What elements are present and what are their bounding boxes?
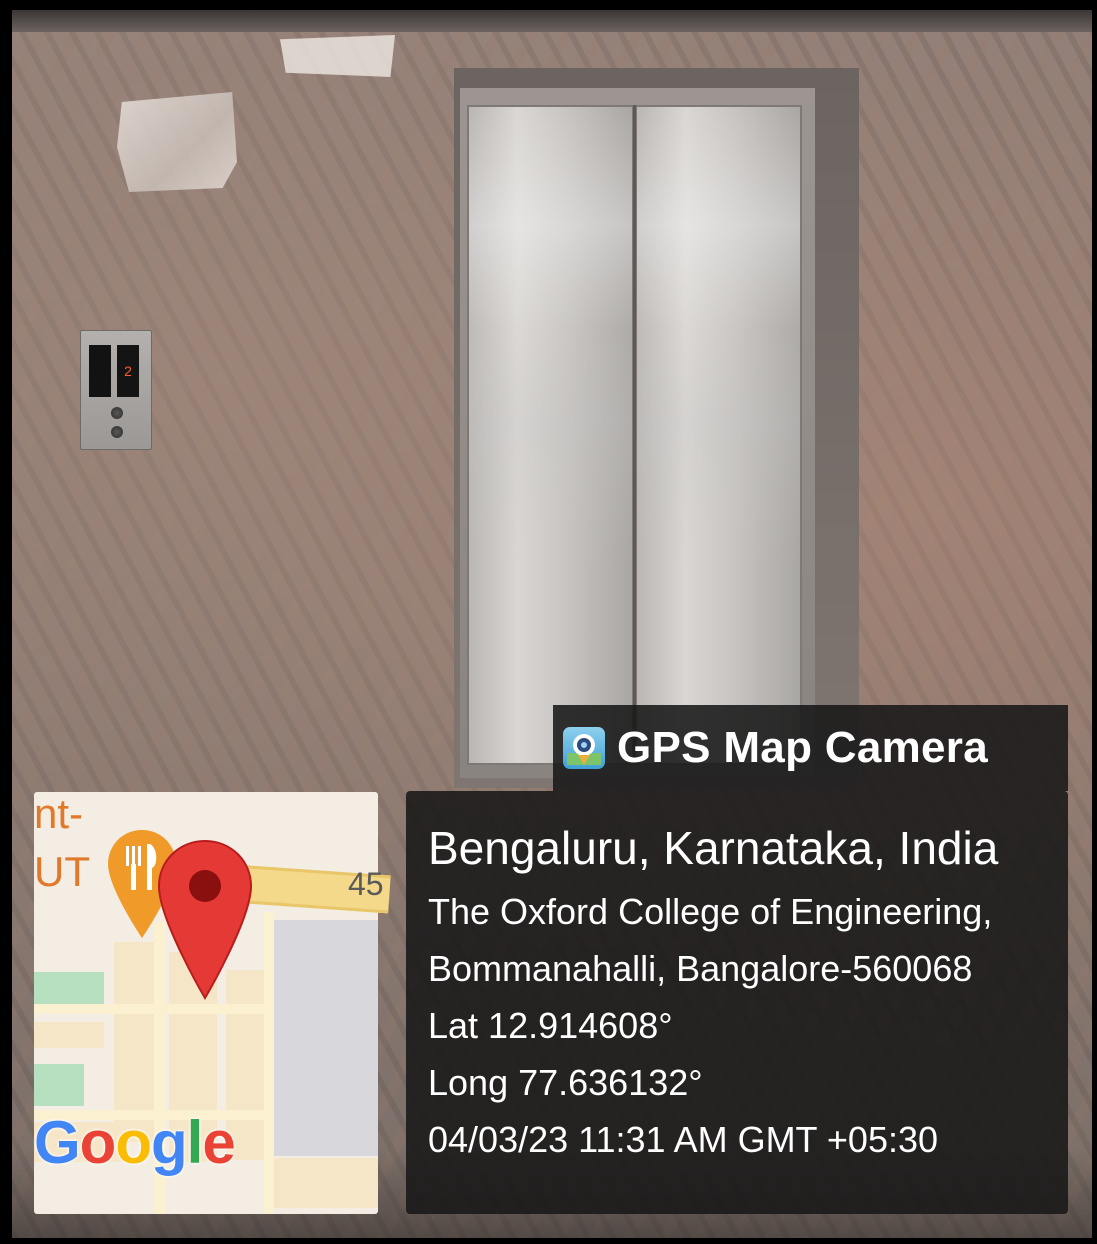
timestamp: 04/03/23 11:31 AM GMT +05:30 [428, 1119, 939, 1160]
google-letter: o [79, 1109, 117, 1176]
map-park [34, 1064, 84, 1106]
map-building-block [274, 920, 378, 1156]
ceiling-band [12, 10, 1092, 32]
map-park [34, 972, 104, 1004]
map-label-right: 45 [348, 866, 384, 902]
location-pin-icon [157, 839, 253, 1000]
map-road [264, 912, 274, 1214]
elevator-door-seam [633, 105, 636, 765]
google-letter: e [202, 1109, 235, 1176]
elevator-door-left [467, 105, 634, 765]
gps-brand-bar: GPS Map Camera [553, 705, 1068, 791]
map-road [34, 1004, 274, 1014]
google-logo: Google [34, 1108, 236, 1177]
brand-label: GPS Map Camera [617, 723, 989, 772]
map-block [34, 1022, 104, 1048]
photo-frame: 2 nt- UT 45 Google GPS Map Camera Bengal… [0, 0, 1097, 1244]
call-up-button [111, 407, 123, 419]
address-line-2: Bommanahalli, Bangalore-560068 [428, 948, 973, 989]
gps-map-camera-app-icon [563, 727, 605, 769]
address-line-1: The Oxford College of Engineering, [428, 891, 993, 932]
google-letter: g [150, 1109, 188, 1176]
elevator-door-right [635, 105, 802, 765]
google-letter: G [34, 1109, 81, 1176]
call-down-button [111, 426, 123, 438]
map-label-top: nt- [34, 790, 84, 837]
google-letter: l [186, 1109, 204, 1176]
map-label-mid: UT [34, 848, 90, 895]
wall-notice-remnant [117, 92, 237, 192]
google-letter: o [115, 1109, 152, 1176]
map-block [274, 1158, 378, 1208]
location-info-box: Bengaluru, Karnataka, India The Oxford C… [406, 791, 1068, 1214]
floor-indicator: 2 [117, 345, 139, 397]
location-title: Bengaluru, Karnataka, India [428, 822, 999, 874]
elevator-call-panel: 2 [80, 330, 152, 450]
longitude: Long 77.636132° [428, 1062, 703, 1103]
call-panel-display [89, 345, 111, 397]
wall-paper-scrap [280, 35, 395, 77]
latitude: Lat 12.914608° [428, 1005, 673, 1046]
